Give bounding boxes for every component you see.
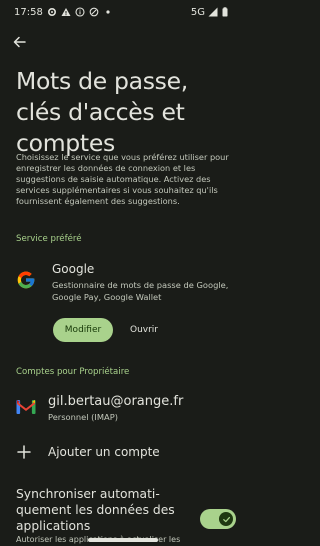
toggle-knob bbox=[219, 512, 233, 526]
gesture-nav-handle[interactable] bbox=[88, 538, 158, 542]
status-right: 5G bbox=[191, 7, 231, 18]
status-time: 17:58 bbox=[14, 6, 43, 18]
open-button[interactable]: Ouvrir bbox=[123, 318, 165, 342]
arrow-back-icon bbox=[13, 36, 26, 48]
section-label-preferred-service: Service préféré bbox=[16, 234, 82, 244]
check-icon bbox=[222, 516, 230, 522]
page-title: Mots de passe, clés d'accès et comptes bbox=[16, 67, 188, 157]
google-icon bbox=[16, 270, 36, 290]
provider-description: Gestionnaire de mots de passe de Google,… bbox=[52, 280, 229, 302]
info-icon bbox=[75, 7, 85, 17]
status-bar: 17:58 5G bbox=[0, 0, 245, 24]
section-label-accounts: Comptes pour Propriétaire bbox=[16, 367, 130, 377]
signal-icon bbox=[208, 7, 218, 17]
modify-button[interactable]: Modifier bbox=[53, 318, 113, 342]
settings-gear-icon bbox=[47, 7, 57, 17]
gmail-icon bbox=[16, 399, 36, 415]
dot-icon bbox=[103, 7, 113, 17]
provider-name: Google bbox=[52, 262, 95, 276]
battery-icon bbox=[221, 7, 231, 17]
add-icon bbox=[16, 444, 32, 460]
data-saver-icon bbox=[89, 7, 99, 17]
network-label: 5G bbox=[190, 6, 205, 18]
account-email: gil.bertau@orange.fr bbox=[48, 394, 184, 409]
sync-title: Synchroniser automati-quement les donnée… bbox=[16, 487, 175, 533]
add-account-label: Ajouter un compte bbox=[48, 445, 160, 459]
back-button[interactable] bbox=[10, 33, 28, 51]
page-description: Choisissez le service que vous préférez … bbox=[16, 152, 229, 206]
status-left: 17:58 bbox=[14, 7, 113, 18]
account-type: Personnel (IMAP) bbox=[48, 412, 118, 422]
sync-toggle[interactable] bbox=[200, 509, 236, 529]
warning-icon bbox=[61, 7, 71, 17]
